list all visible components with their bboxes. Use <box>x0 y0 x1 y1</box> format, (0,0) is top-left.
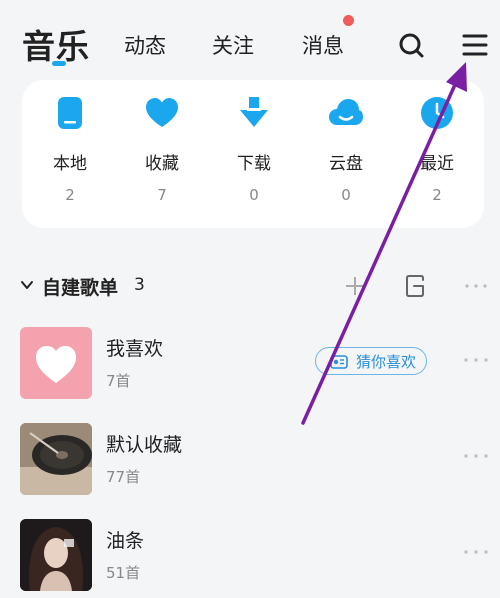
quick-item-favorites[interactable]: 收藏 7 <box>122 95 202 204</box>
import-playlist-icon[interactable] <box>404 274 428 298</box>
heart-cover <box>20 327 92 399</box>
quick-item-local[interactable]: 本地 2 <box>30 95 110 204</box>
menu-icon[interactable] <box>460 30 490 60</box>
search-icon[interactable] <box>396 30 426 60</box>
quick-item-label: 本地 <box>53 154 87 174</box>
download-icon <box>240 97 268 127</box>
add-icon[interactable] <box>343 274 367 298</box>
cloud-icon <box>329 99 363 125</box>
playlist-song-count: 51首 <box>106 564 141 582</box>
album-portrait-icon <box>20 519 92 591</box>
section-count: 3 <box>134 275 145 295</box>
vinyl-cover <box>20 423 92 495</box>
guess-you-like-label: 猜你喜欢 <box>356 353 417 371</box>
playlist-name: 我喜欢 <box>106 338 164 360</box>
guess-you-like-button[interactable]: 猜你喜欢 <box>315 347 427 375</box>
messages-badge <box>343 15 354 26</box>
quick-item-label: 收藏 <box>145 154 179 174</box>
section-title: 自建歌单 <box>42 277 119 299</box>
heart-icon <box>36 346 76 383</box>
portrait-cover <box>20 519 92 591</box>
quick-item-count: 2 <box>432 186 442 204</box>
vinyl-record-icon <box>20 423 92 495</box>
quick-item-recent[interactable]: 最近 2 <box>397 95 477 204</box>
clock-icon <box>421 97 453 129</box>
quick-item-count: 0 <box>341 186 351 204</box>
quick-item-label: 云盘 <box>329 154 363 174</box>
quick-item-downloads[interactable]: 下载 0 <box>214 95 294 204</box>
playlists-section-header[interactable]: 自建歌单 3 <box>0 270 500 304</box>
radio-icon <box>330 355 348 369</box>
chevron-down-icon[interactable] <box>20 278 34 292</box>
playlist-row[interactable]: 我喜欢 7首 猜你喜欢 <box>0 327 500 401</box>
more-icon[interactable] <box>462 547 490 557</box>
more-icon[interactable] <box>462 451 490 461</box>
playlist-song-count: 7首 <box>106 372 131 390</box>
tab-following[interactable]: 关注 <box>212 30 254 60</box>
playlist-song-count: 77首 <box>106 468 141 486</box>
quick-item-count: 0 <box>249 186 259 204</box>
quick-item-label: 最近 <box>420 154 454 174</box>
more-icon[interactable] <box>462 355 490 365</box>
active-tab-indicator <box>52 61 66 66</box>
playlist-row[interactable]: 默认收藏 77首 <box>0 423 500 497</box>
phone-icon <box>58 97 82 129</box>
playlist-name: 默认收藏 <box>106 434 183 456</box>
playlist-name: 油条 <box>106 530 145 552</box>
quick-access-card: 本地 2 收藏 7 下载 0 云盘 0 最近 2 <box>22 80 484 228</box>
quick-item-count: 7 <box>157 186 167 204</box>
tab-feed[interactable]: 动态 <box>124 30 166 60</box>
playlist-row[interactable]: 油条 51首 <box>0 519 500 593</box>
more-icon[interactable] <box>464 274 488 298</box>
quick-item-cloud[interactable]: 云盘 0 <box>306 95 386 204</box>
quick-item-count: 2 <box>65 186 75 204</box>
tab-messages[interactable]: 消息 <box>302 30 344 60</box>
quick-item-label: 下载 <box>237 154 271 174</box>
heart-icon <box>146 98 178 127</box>
top-nav-bar: 音乐 动态 关注 消息 <box>0 0 500 70</box>
